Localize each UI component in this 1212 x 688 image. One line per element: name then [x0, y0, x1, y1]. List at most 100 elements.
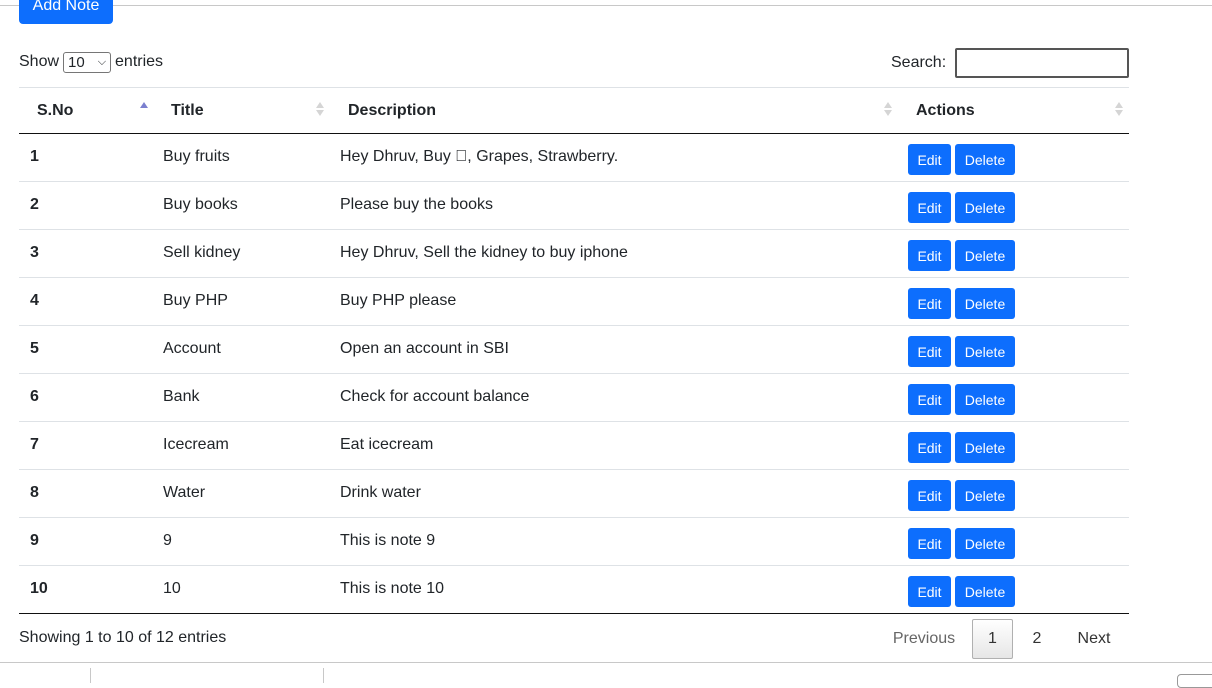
cell-title: Sell kidney — [163, 244, 241, 261]
cell-title: Water — [163, 484, 206, 501]
edit-button[interactable]: Edit — [908, 192, 951, 223]
cell-sno: 4 — [30, 292, 39, 309]
edit-button[interactable]: Edit — [908, 384, 951, 415]
table-row: 9 9 This is note 9 Edit Delete — [19, 518, 1129, 566]
cell-description: Check for account balance — [340, 388, 530, 405]
edit-button[interactable]: Edit — [908, 480, 951, 511]
delete-button[interactable]: Delete — [955, 480, 1015, 511]
entries-per-page-select[interactable]: 10 ⌵ — [63, 51, 112, 73]
cell-description: Eat icecream — [340, 436, 434, 453]
delete-button[interactable]: Delete — [955, 240, 1015, 271]
table-header: S.No Title Description Actions — [19, 87, 1129, 134]
delete-button[interactable]: Delete — [955, 576, 1015, 607]
cell-title: 9 — [163, 532, 172, 549]
delete-button[interactable]: Delete — [955, 144, 1015, 175]
cell-description: Open an account in SBI — [340, 340, 509, 357]
row-actions: Edit Delete — [908, 288, 1015, 319]
page-1-button[interactable]: 1 — [972, 619, 1013, 659]
row-actions: Edit Delete — [908, 528, 1015, 559]
table-row: 3 Sell kidney Hey Dhruv, Sell the kidney t… — [19, 230, 1129, 278]
sort-icon[interactable] — [316, 101, 324, 117]
edit-button[interactable]: Edit — [908, 240, 951, 271]
table-row: 7 Icecream Eat icecream Edit Delete — [19, 422, 1129, 470]
edit-button[interactable]: Edit — [908, 144, 951, 175]
cell-description: Hey Dhruv, Sell the kidney to buy iphone — [340, 244, 628, 261]
row-actions: Edit Delete — [908, 480, 1015, 511]
bottom-divider — [0, 662, 1212, 663]
row-actions: Edit Delete — [908, 336, 1015, 367]
sort-icon[interactable] — [1115, 101, 1123, 117]
edit-button[interactable]: Edit — [908, 576, 951, 607]
row-actions: Edit Delete — [908, 576, 1015, 607]
delete-button[interactable]: Delete — [955, 192, 1015, 223]
entries-length-control: Show 10 ⌵ entries — [19, 51, 163, 73]
cell-description: This is note 10 — [340, 580, 445, 597]
edit-button[interactable]: Edit — [908, 288, 951, 319]
sort-icon[interactable] — [884, 101, 892, 117]
edit-button[interactable]: Edit — [908, 528, 951, 559]
edit-button[interactable]: Edit — [908, 432, 951, 463]
edit-button[interactable]: Edit — [908, 336, 951, 367]
column-header-title[interactable]: Title — [171, 102, 204, 120]
row-actions: Edit Delete — [908, 144, 1015, 175]
cell-title: Buy PHP — [163, 292, 228, 309]
table-row: 8 Water Drink water Edit Delete — [19, 470, 1129, 518]
cell-sno: 7 — [30, 436, 39, 453]
row-actions: Edit Delete — [908, 240, 1015, 271]
next-page-button[interactable]: Next — [1061, 619, 1127, 659]
row-actions: Edit Delete — [908, 384, 1015, 415]
cell-sno: 6 — [30, 388, 39, 405]
cell-sno: 2 — [30, 196, 39, 213]
sort-ascending-icon[interactable] — [140, 101, 148, 117]
pagination: Previous 1 2 Next — [876, 618, 1127, 660]
delete-button[interactable]: Delete — [955, 384, 1015, 415]
cell-sno: 3 — [30, 244, 39, 261]
table-info: Showing 1 to 10 of 12 entries — [19, 629, 227, 646]
cell-title: Bank — [163, 388, 200, 405]
cell-description: Hey Dhruv, Buy , Grapes, Strawberry. — [340, 148, 618, 165]
search-control: Search: — [891, 48, 1130, 78]
row-actions: Edit Delete — [908, 192, 1015, 223]
table-row: 6 Bank Check for account balance Edit Delete — [19, 374, 1129, 422]
table-row: 5 Account Open an account in SBI Edit Delete — [19, 326, 1129, 374]
column-header-actions[interactable]: Actions — [916, 102, 975, 120]
row-actions: Edit Delete — [908, 432, 1015, 463]
cell-sno: 10 — [30, 580, 48, 597]
length-prefix: Show — [19, 53, 60, 70]
cell-title: 10 — [163, 580, 181, 597]
delete-button[interactable]: Delete — [955, 528, 1015, 559]
delete-button[interactable]: Delete — [955, 432, 1015, 463]
add-note-button[interactable]: Add Note — [19, 0, 113, 24]
table-row: 2 Buy books Please buy the books Edit Delete — [19, 182, 1129, 230]
length-selected-value: 10 — [68, 53, 85, 71]
length-suffix: entries — [115, 53, 164, 70]
cell-title: Account — [163, 340, 221, 357]
table-row: 1 Buy fruits Hey Dhruv, Buy , Grapes, Str… — [19, 134, 1129, 182]
search-label: Search: — [891, 54, 947, 71]
notes-table: S.No Title Description Actions 1 Buy frui… — [19, 87, 1129, 614]
search-input[interactable] — [955, 48, 1130, 78]
cell-sno: 9 — [30, 532, 39, 549]
cell-description: This is note 9 — [340, 532, 436, 549]
cell-title: Buy books — [163, 196, 238, 213]
table-row: 4 Buy PHP Buy PHP please Edit Delete — [19, 278, 1129, 326]
previous-page-button[interactable]: Previous — [876, 619, 972, 659]
column-header-sno[interactable]: S.No — [37, 102, 73, 120]
cell-sno: 8 — [30, 484, 39, 501]
cell-sno: 5 — [30, 340, 39, 357]
cell-sno: 1 — [30, 148, 39, 165]
cell-title: Icecream — [163, 436, 229, 453]
bottom-panel-divider — [323, 668, 324, 683]
column-header-description[interactable]: Description — [348, 102, 436, 120]
table-row: 10 10 This is note 10 Edit Delete — [19, 566, 1129, 614]
top-divider — [0, 5, 1212, 6]
bottom-panel-divider — [90, 668, 91, 683]
delete-button[interactable]: Delete — [955, 336, 1015, 367]
cell-description: Buy PHP please — [340, 292, 457, 309]
chevron-down-icon: ⌵ — [97, 55, 107, 68]
cell-description: Drink water — [340, 484, 421, 501]
table-body: 1 Buy fruits Hey Dhruv, Buy , Grapes, Str… — [19, 134, 1129, 614]
page-2-button[interactable]: 2 — [1013, 619, 1061, 659]
cell-title: Buy fruits — [163, 148, 230, 165]
delete-button[interactable]: Delete — [955, 288, 1015, 319]
